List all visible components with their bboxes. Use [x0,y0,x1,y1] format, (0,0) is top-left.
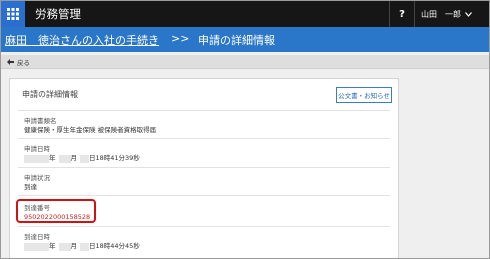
day-time: 日18時44分45秒 [89,242,140,250]
masked-day [80,242,89,251]
arrival-number-highlight [16,199,96,223]
form-name-label: 申請書類名 [24,117,57,125]
breadcrumb-separator: >> [171,32,190,45]
year-unit: 年 [49,154,56,162]
divider [18,110,390,111]
divider [18,138,390,139]
masked-month [58,154,71,163]
year-unit: 年 [49,242,56,250]
applied-at-field: 申請日時 年 月 日18時41分39秒 [24,145,140,163]
notice-button[interactable]: 公文書・お知らせ [336,87,392,103]
back-bar: 戻る [1,55,489,69]
month-unit: 月 [70,154,78,162]
help-button[interactable]: ? [389,1,415,27]
breadcrumb: 麻田 徳治さんの入社の手続き >> 申請の詳細情報 [1,27,489,52]
arrived-at-field: 到達日時 年 月 日18時44分45秒 [24,233,140,251]
app-title: 労務管理 [35,7,81,21]
back-link[interactable]: 戻る [7,57,30,67]
card-title: 申請の詳細情報 [22,90,78,99]
breadcrumb-current: 申請の詳細情報 [198,34,275,47]
app-launcher-button[interactable] [1,1,25,27]
masked-month [58,242,71,251]
divider [18,167,390,168]
masked-day [80,154,89,163]
masked-year [24,242,49,251]
status-value: 到達 [24,183,37,191]
app-grid-icon [7,8,19,20]
chevron-down-icon [465,12,472,17]
back-arrow-icon [7,59,14,65]
masked-year [24,154,49,163]
day-time: 日18時41分39秒 [89,154,140,162]
status-label: 申請状況 [24,174,50,182]
user-name: 山田 一郎 [421,10,461,19]
divider [18,195,390,196]
form-name-field: 申請書類名 健康保険・厚生年金保険 被保険者資格取得届 [24,117,156,135]
back-label: 戻る [17,59,30,67]
status-field: 申請状況 到達 [24,174,50,192]
divider [18,226,390,227]
detail-card: 申請の詳細情報 公文書・お知らせ 申請書類名 健康保険・厚生年金保険 被保険者資… [9,78,399,258]
month-unit: 月 [70,242,78,250]
app-window: 労務管理 ? 山田 一郎 麻田 徳治さんの入社の手続き >> 申請の詳細情報 戻… [0,0,490,259]
applied-at-label: 申請日時 [24,145,50,153]
arrived-at-value: 年 月 日18時44分45秒 [24,242,140,251]
breadcrumb-parent-link[interactable]: 麻田 徳治さんの入社の手続き [5,32,159,48]
user-menu[interactable]: 山田 一郎 [421,9,472,20]
form-name-value: 健康保険・厚生年金保険 被保険者資格取得届 [24,126,157,134]
top-bar: 労務管理 ? 山田 一郎 [1,1,489,27]
arrived-at-label: 到達日時 [24,233,50,241]
applied-at-value: 年 月 日18時41分39秒 [24,154,140,163]
